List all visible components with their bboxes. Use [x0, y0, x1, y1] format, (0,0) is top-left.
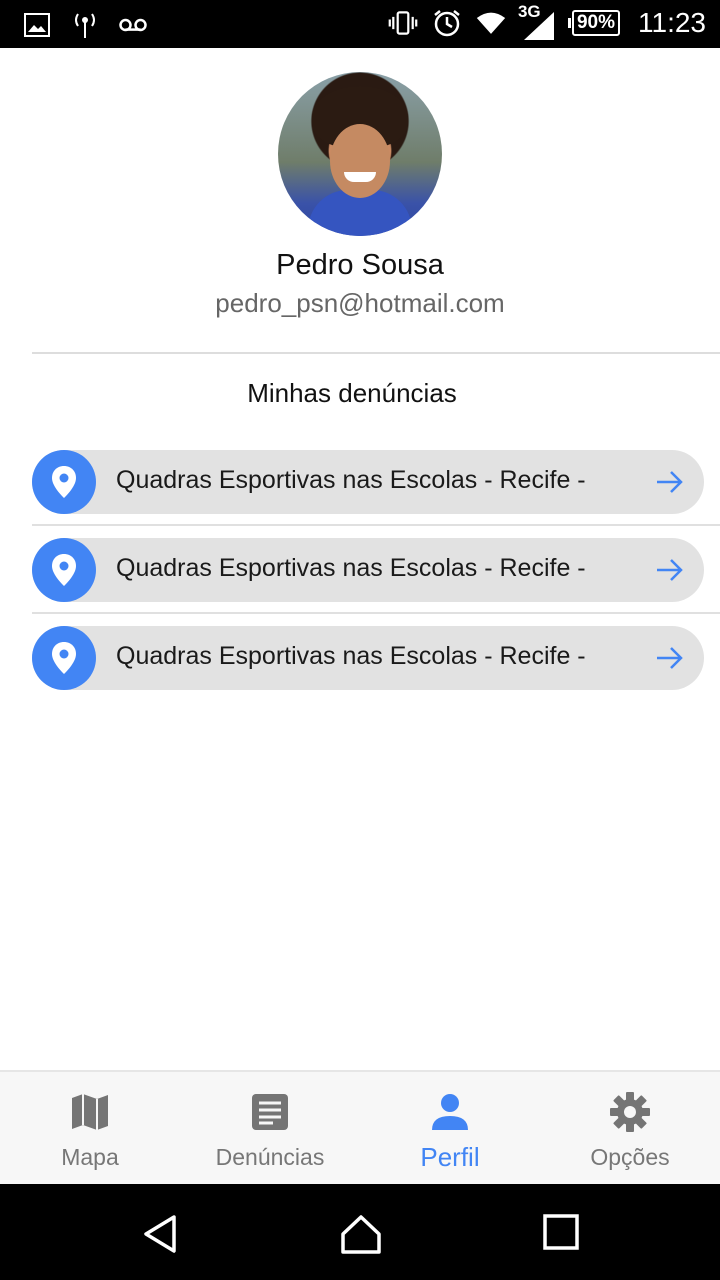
wifi-icon: [476, 8, 506, 38]
nav-item-label: Perfil: [420, 1142, 480, 1172]
battery-icon: 90%: [567, 10, 620, 36]
clock: 11:23: [638, 7, 706, 38]
document-icon: [252, 1094, 288, 1130]
voicemail-icon: [118, 10, 148, 40]
vibrate-icon: [388, 8, 418, 38]
bottom-navigation: Mapa Denúncias Perfil Opções: [0, 1070, 720, 1184]
image-icon: [22, 10, 52, 40]
home-icon[interactable]: [340, 1214, 382, 1254]
nav-item-mapa[interactable]: Mapa: [0, 1072, 180, 1184]
profile-name: Pedro Sousa: [276, 249, 444, 281]
nav-item-label: Denúncias: [215, 1144, 325, 1170]
arrow-right-icon[interactable]: [654, 466, 686, 498]
nav-item-label: Opções: [590, 1144, 670, 1170]
person-icon: [432, 1094, 468, 1130]
nav-item-perfil[interactable]: Perfil: [360, 1072, 540, 1184]
arrow-right-icon[interactable]: [654, 642, 686, 674]
system-navigation-bar: [0, 1184, 720, 1280]
location-pin-icon: [32, 626, 96, 690]
avatar[interactable]: [278, 72, 442, 236]
list-item[interactable]: Quadras Esportivas nas Escolas - Recife …: [32, 626, 720, 690]
divider: [32, 352, 720, 354]
report-list: Quadras Esportivas nas Escolas - Recife …: [32, 450, 720, 714]
list-item-label: Quadras Esportivas nas Escolas - Recife …: [116, 642, 586, 670]
nav-item-denuncias[interactable]: Denúncias: [180, 1072, 360, 1184]
battery-level: 90%: [571, 10, 620, 36]
profile-email: pedro_psn@hotmail.com: [215, 288, 505, 318]
divider: [32, 524, 720, 526]
gear-icon: [610, 1092, 650, 1132]
section-title: Minhas denúncias: [247, 378, 457, 408]
status-bar: 3G 90% 11:23: [0, 0, 720, 48]
map-icon: [72, 1094, 108, 1130]
nav-item-label: Mapa: [61, 1144, 119, 1170]
divider: [32, 612, 720, 614]
location-pin-icon: [32, 538, 96, 602]
list-item-label: Quadras Esportivas nas Escolas - Recife …: [116, 554, 586, 582]
list-item[interactable]: Quadras Esportivas nas Escolas - Recife …: [32, 538, 720, 614]
location-pin-icon: [32, 450, 96, 514]
list-item[interactable]: Quadras Esportivas nas Escolas - Recife …: [32, 450, 720, 526]
arrow-right-icon[interactable]: [654, 554, 686, 586]
antenna-icon: [70, 10, 100, 40]
list-item-label: Quadras Esportivas nas Escolas - Recife …: [116, 466, 586, 494]
recents-icon[interactable]: [543, 1214, 579, 1250]
signal-icon: 3G: [518, 2, 554, 40]
nav-item-opcoes[interactable]: Opções: [540, 1072, 720, 1184]
back-icon[interactable]: [140, 1214, 180, 1254]
alarm-icon: [432, 8, 462, 38]
